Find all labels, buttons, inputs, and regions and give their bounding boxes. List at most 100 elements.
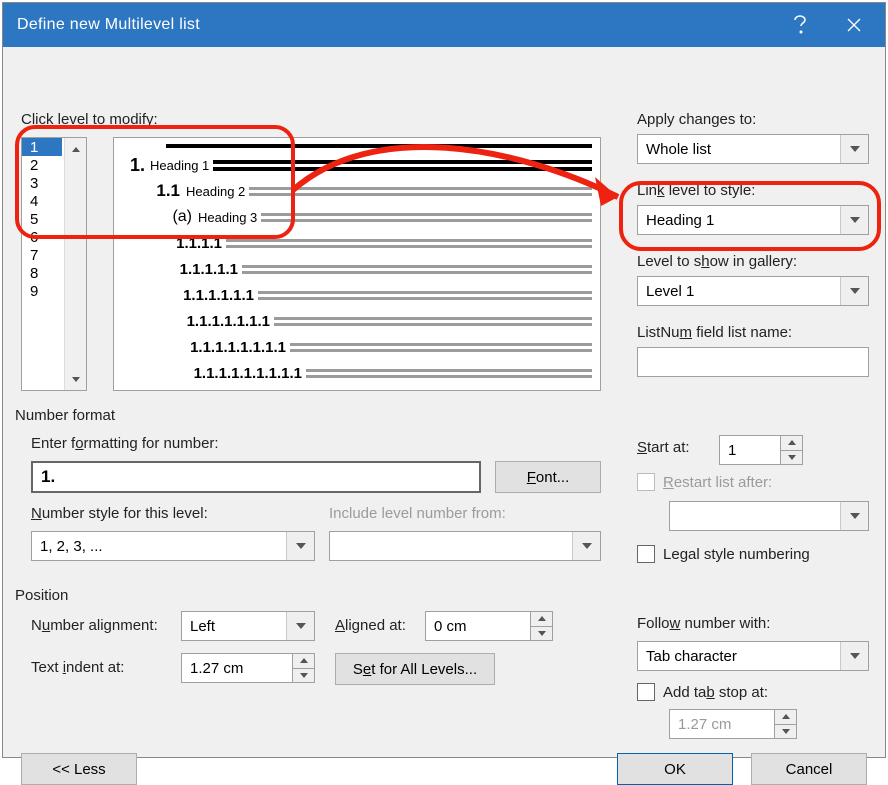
preview-row: (a) Heading 3 — [114, 204, 600, 230]
spin-up-icon[interactable] — [780, 436, 802, 451]
gallery-level-select[interactable]: Level 1 — [637, 276, 869, 306]
tab-stop-checkbox[interactable] — [637, 683, 655, 701]
preview-bars — [213, 157, 592, 174]
multilevel-list-dialog: Define new Multilevel list Click level t… — [2, 2, 886, 758]
level-item-1[interactable]: 1 — [22, 138, 62, 156]
chevron-down-icon — [572, 532, 600, 560]
close-button[interactable] — [827, 3, 881, 47]
font-button[interactable]: Font... — [495, 461, 601, 493]
level-item-6[interactable]: 6 — [22, 228, 62, 246]
spin-up-icon[interactable] — [292, 654, 314, 669]
help-button[interactable] — [773, 3, 827, 47]
chevron-down-icon — [286, 532, 314, 560]
preview-bars — [306, 366, 592, 381]
close-icon — [846, 17, 862, 33]
preview-bars — [249, 184, 592, 199]
follow-number-select[interactable]: Tab character — [637, 641, 869, 671]
less-button[interactable]: << Less — [21, 753, 137, 785]
tab-stop-row[interactable]: Add tab stop at: — [637, 683, 768, 701]
number-alignment-label: Number alignment: — [31, 617, 158, 634]
restart-checkbox — [637, 473, 655, 491]
level-item-5[interactable]: 5 — [22, 210, 62, 228]
enter-formatting-label: Enter formatting for number: — [31, 435, 219, 452]
listnum-input[interactable] — [637, 347, 869, 377]
preview-row: 1.1.1.1.1.1.1.1 — [114, 334, 600, 360]
preview-number: 1. — [122, 155, 144, 176]
titlebar: Define new Multilevel list — [3, 3, 885, 47]
dialog-title: Define new Multilevel list — [17, 16, 773, 34]
level-item-4[interactable]: 4 — [22, 192, 62, 210]
spin-down-icon[interactable] — [530, 627, 552, 641]
preview-number: 1.1.1.1.1.1.1 — [154, 313, 270, 330]
number-format-input[interactable]: 1. — [31, 461, 481, 493]
spin-up-icon[interactable] — [530, 612, 552, 627]
start-at-value: 1 — [728, 442, 736, 459]
preview-bars — [290, 340, 592, 355]
include-level-select — [329, 531, 601, 561]
preview-heading: Heading 3 — [198, 210, 257, 225]
preview-row: 1.Heading 1 — [114, 152, 600, 178]
set-all-levels-button[interactable]: Set for All Levels... — [335, 653, 495, 685]
preview-row: 1.1.1.1.1.1.1 — [114, 308, 600, 334]
tab-stop-label: Add tab stop at: — [663, 684, 768, 701]
level-item-2[interactable]: 2 — [22, 156, 62, 174]
follow-number-label: Follow number with: — [637, 615, 770, 632]
gallery-level-label: Level to show in gallery: — [637, 253, 869, 270]
click-level-label: Click level to modify: — [21, 111, 158, 128]
scroll-up-icon[interactable] — [65, 138, 86, 160]
restart-list-row: Restart list after: — [637, 473, 772, 491]
preview-number: 1.1.1.1 — [154, 235, 222, 252]
restart-label: Restart list after: — [663, 474, 772, 491]
spin-up-icon — [774, 710, 796, 725]
level-listbox[interactable]: 123456789 — [21, 137, 87, 391]
include-level-label: Include level number from: — [329, 505, 506, 522]
number-format-value: 1. — [41, 467, 55, 487]
chevron-down-icon — [840, 206, 868, 234]
list-preview: 1.Heading 11.1Heading 2(a)Heading 31.1.1… — [113, 137, 601, 391]
restart-select — [669, 501, 869, 531]
chevron-down-icon — [840, 135, 868, 163]
level-item-9[interactable]: 9 — [22, 282, 62, 300]
preview-row: 1.1.1.1.1 — [114, 256, 600, 282]
help-icon — [793, 15, 807, 35]
aligned-at-value: 0 cm — [434, 618, 467, 635]
legal-numbering-row[interactable]: Legal style numbering — [637, 545, 810, 563]
chevron-down-icon — [840, 277, 868, 305]
level-item-3[interactable]: 3 — [22, 174, 62, 192]
chevron-down-icon — [840, 502, 868, 530]
preview-number: 1.1.1.1.1.1.1.1 — [154, 339, 286, 356]
number-alignment-select[interactable]: Left — [181, 611, 315, 641]
preview-number: 1.1.1.1.1.1 — [154, 287, 254, 304]
scroll-down-icon[interactable] — [65, 368, 86, 390]
preview-bars — [258, 288, 592, 303]
legal-checkbox[interactable] — [637, 545, 655, 563]
cancel-button[interactable]: Cancel — [751, 753, 867, 785]
preview-number: 1.1 — [146, 181, 180, 201]
text-indent-label: Text indent at: — [31, 659, 124, 676]
apply-changes-value: Whole list — [646, 141, 711, 158]
preview-bars — [261, 210, 592, 225]
preview-row: 1.1.1.1.1.1.1.1.1 — [114, 360, 600, 386]
preview-bars — [242, 262, 592, 277]
aligned-at-label: Aligned at: — [335, 617, 406, 634]
number-alignment-value: Left — [190, 618, 215, 635]
link-level-select[interactable]: Heading 1 — [637, 205, 869, 235]
spin-down-icon[interactable] — [292, 669, 314, 683]
start-at-spinner[interactable]: 1 — [719, 435, 803, 465]
apply-changes-select[interactable]: Whole list — [637, 134, 869, 164]
text-indent-spinner[interactable]: 1.27 cm — [181, 653, 315, 683]
level-item-8[interactable]: 8 — [22, 264, 62, 282]
aligned-at-spinner[interactable]: 0 cm — [425, 611, 553, 641]
preview-row: 1.1.1.1.1.1 — [114, 282, 600, 308]
spin-down-icon — [774, 725, 796, 739]
number-style-select[interactable]: 1, 2, 3, ... — [31, 531, 315, 561]
position-header: Position — [15, 587, 68, 604]
level-scrollbar[interactable] — [64, 138, 86, 390]
preview-row: 1.1.1.1 — [114, 230, 600, 256]
spin-down-icon[interactable] — [780, 451, 802, 465]
legal-label: Legal style numbering — [663, 546, 810, 563]
number-format-header: Number format — [15, 407, 115, 424]
level-item-7[interactable]: 7 — [22, 246, 62, 264]
ok-button[interactable]: OK — [617, 753, 733, 785]
preview-number: (a) — [158, 208, 192, 226]
